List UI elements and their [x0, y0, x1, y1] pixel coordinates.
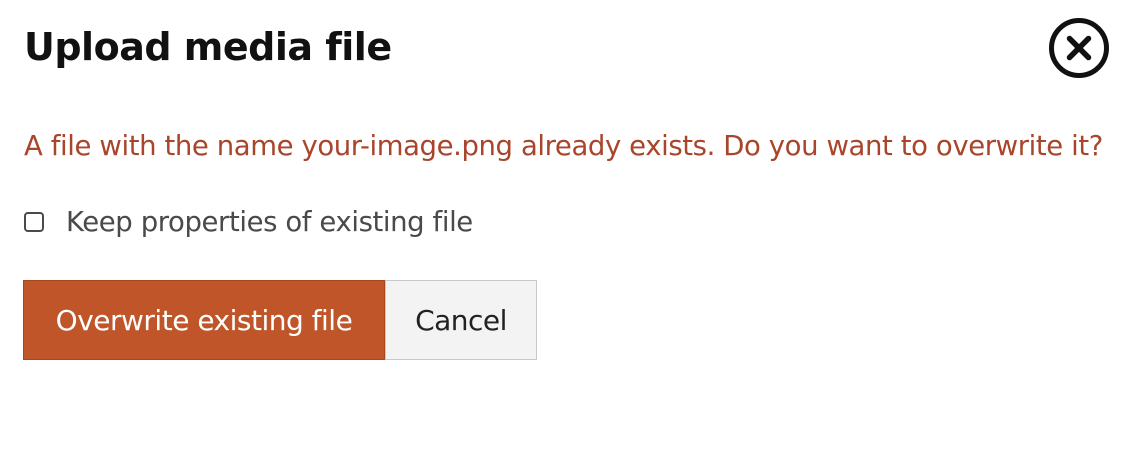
upload-media-dialog: Upload media file A file with the name y…	[0, 0, 1132, 463]
keep-properties-checkbox[interactable]	[24, 212, 44, 232]
dialog-title: Upload media file	[24, 25, 392, 69]
close-button[interactable]	[1048, 17, 1110, 79]
overwrite-warning-message: A file with the name your-image.png alre…	[24, 130, 1103, 162]
keep-properties-option[interactable]: Keep properties of existing file	[24, 200, 473, 244]
overwrite-button[interactable]: Overwrite existing file	[23, 280, 385, 360]
keep-properties-label[interactable]: Keep properties of existing file	[66, 206, 473, 238]
cancel-button[interactable]: Cancel	[385, 280, 537, 360]
close-circle-icon	[1049, 18, 1109, 78]
